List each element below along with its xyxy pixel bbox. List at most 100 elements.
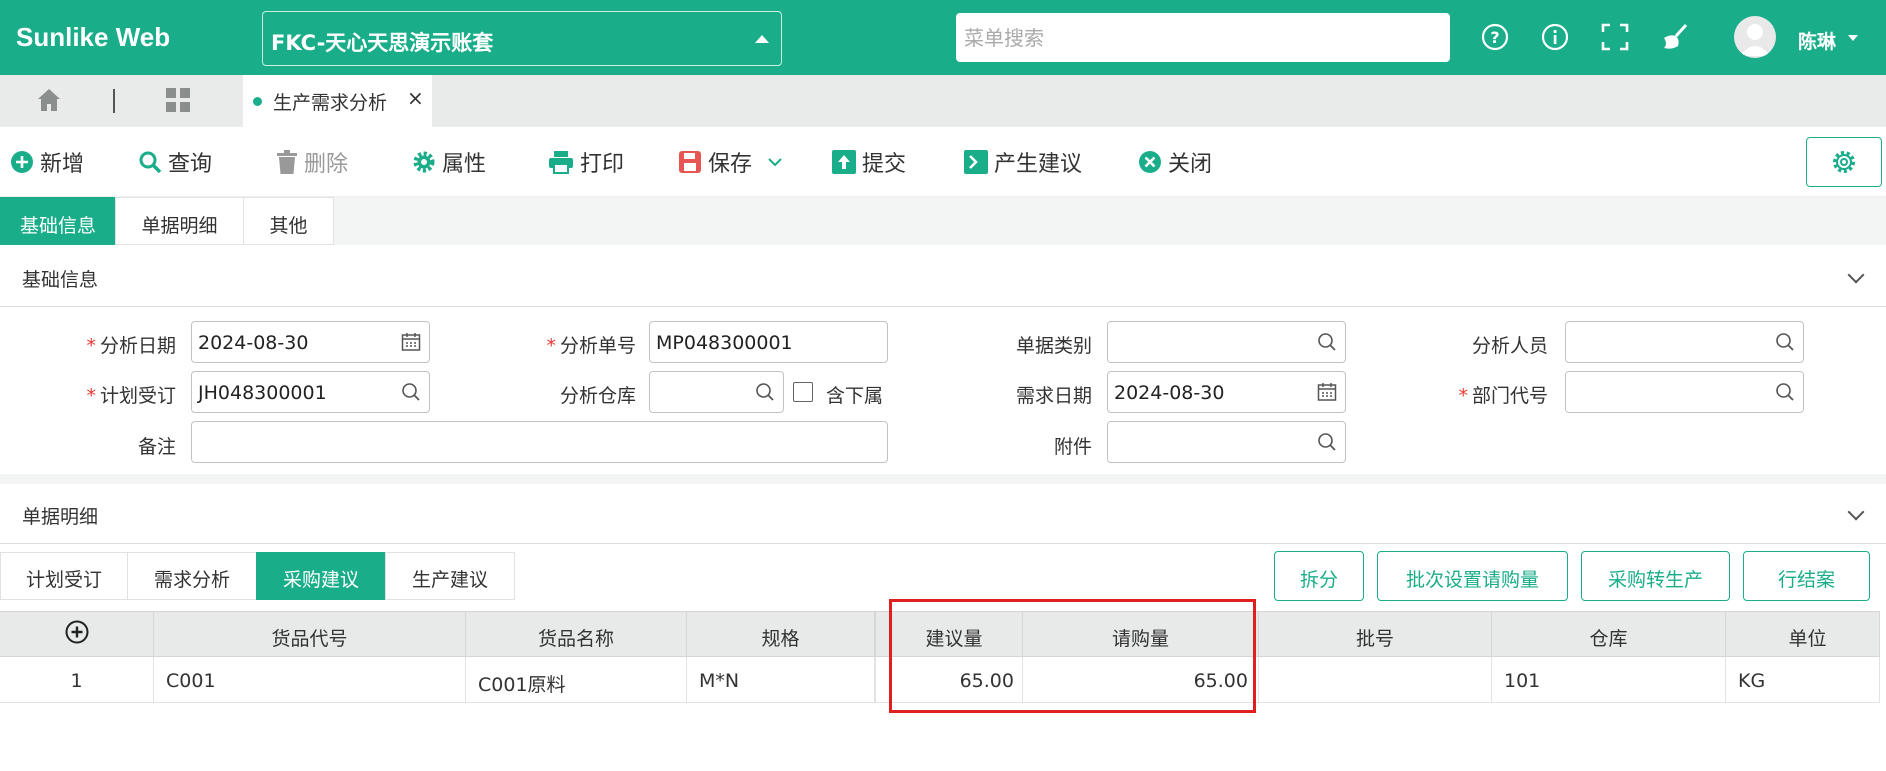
search-icon[interactable] — [1775, 382, 1795, 402]
chevron-down-icon[interactable] — [1848, 35, 1858, 41]
analysis-date-field[interactable]: 2024-08-30 — [191, 321, 430, 363]
detail-header[interactable]: 单据明细 — [0, 484, 1886, 544]
section-title: 单据明细 — [22, 506, 99, 528]
cell-item-name[interactable]: C001原料 — [466, 657, 687, 703]
doc-type-field[interactable] — [1107, 321, 1346, 363]
query-label: 查询 — [168, 152, 213, 177]
delete-button[interactable]: 删除 — [276, 147, 348, 177]
plus-circle-icon[interactable] — [65, 620, 89, 644]
cell-unit[interactable]: KG — [1726, 657, 1880, 703]
col-item-name[interactable]: 货品名称 — [466, 611, 687, 657]
tab-plan-order[interactable]: 计划受订 — [0, 552, 128, 600]
print-label: 打印 — [580, 152, 625, 177]
cell-warehouse[interactable]: 101 — [1492, 657, 1726, 703]
plan-order-field[interactable]: JH048300001 — [191, 371, 430, 413]
close-label: 关闭 — [1168, 152, 1213, 177]
attachment-field[interactable] — [1107, 421, 1346, 463]
batch-set-request-qty-button[interactable]: 批次设置请购量 — [1377, 551, 1568, 601]
tab-production-suggestion[interactable]: 生产建议 — [385, 552, 515, 600]
properties-label: 属性 — [442, 152, 487, 177]
divider — [113, 89, 115, 113]
submit-button[interactable]: 提交 — [832, 147, 906, 177]
tab-demand-analysis[interactable]: 需求分析 — [127, 552, 257, 600]
cell-batch[interactable] — [1259, 657, 1492, 703]
add-row-header[interactable] — [0, 611, 154, 657]
tab-production-demand-analysis[interactable]: 生产需求分析 × — [243, 75, 432, 127]
attachment-label: 附件 — [1053, 436, 1092, 458]
help-icon[interactable]: ? — [1480, 22, 1510, 52]
remark-field[interactable] — [191, 421, 888, 463]
tab-document-details[interactable]: 单据明细 — [115, 197, 244, 245]
form-subtabs: 基础信息 单据明细 其他 — [0, 197, 1886, 245]
caret-up-icon — [755, 35, 769, 43]
clean-brush-icon[interactable] — [1660, 22, 1690, 52]
search-icon[interactable] — [1317, 432, 1337, 452]
purchase-to-production-button[interactable]: 采购转生产 — [1581, 551, 1730, 601]
chevron-down-icon[interactable] — [1847, 503, 1865, 521]
include-sub-label: 含下属 — [826, 385, 884, 407]
action-toolbar: 新增 查询 删除 属性 打印 保存 提交 产生建议 关闭 — [0, 127, 1886, 197]
close-circle-icon — [1139, 151, 1161, 173]
col-batch[interactable]: 批号 — [1259, 611, 1492, 657]
generate-suggestion-button[interactable]: 产生建议 — [964, 147, 1082, 177]
settings-button[interactable] — [1806, 137, 1882, 187]
generate-suggestion-label: 产生建议 — [994, 152, 1083, 177]
info-icon[interactable] — [1540, 22, 1570, 52]
analysis-no-value: MP048300001 — [656, 332, 793, 354]
search-icon[interactable] — [755, 382, 775, 402]
save-label: 保存 — [708, 152, 753, 177]
apps-grid-icon[interactable] — [165, 87, 191, 113]
doc-type-label: 单据类别 — [1015, 335, 1092, 357]
col-item-code[interactable]: 货品代号 — [154, 611, 466, 657]
menu-search-input[interactable] — [956, 13, 1450, 62]
col-unit[interactable]: 单位 — [1726, 611, 1880, 657]
avatar[interactable] — [1734, 16, 1776, 58]
chevron-down-icon[interactable] — [766, 153, 784, 171]
include-sub-checkbox[interactable] — [793, 382, 813, 402]
user-name[interactable]: 陈琳 — [1798, 27, 1836, 54]
dept-code-label: * 部门代号 — [1458, 385, 1548, 407]
analysis-no-field[interactable]: MP048300001 — [649, 321, 888, 363]
svg-text:?: ? — [1490, 28, 1499, 47]
plus-circle-icon — [11, 151, 33, 173]
upload-icon — [832, 150, 856, 174]
close-icon[interactable]: × — [407, 86, 424, 110]
search-icon[interactable] — [1775, 332, 1795, 352]
section-gap — [0, 474, 1886, 484]
cell-item-code[interactable]: C001 — [154, 657, 466, 703]
account-selector[interactable]: FKC-天心天思演示账套 — [262, 11, 782, 66]
print-button[interactable]: 打印 — [548, 147, 624, 177]
save-button[interactable]: 保存 — [678, 147, 790, 177]
demand-date-value: 2024-08-30 — [1114, 382, 1225, 404]
basic-info-header[interactable]: 基础信息 — [0, 247, 1886, 307]
account-name: FKC-天心天思演示账套 — [271, 31, 494, 55]
calendar-icon[interactable] — [401, 332, 421, 352]
tab-basic-info[interactable]: 基础信息 — [0, 197, 116, 245]
tab-purchase-suggestion[interactable]: 采购建议 — [256, 552, 386, 600]
dept-code-field[interactable] — [1565, 371, 1804, 413]
highlight-box — [889, 599, 1256, 713]
demand-date-field[interactable]: 2024-08-30 — [1107, 371, 1346, 413]
new-button[interactable]: 新增 — [10, 147, 84, 177]
close-line-button[interactable]: 行结案 — [1743, 551, 1870, 601]
tab-other[interactable]: 其他 — [243, 197, 334, 245]
search-icon[interactable] — [1317, 332, 1337, 352]
col-spec[interactable]: 规格 — [687, 611, 875, 657]
properties-button[interactable]: 属性 — [412, 147, 486, 177]
calendar-icon[interactable] — [1317, 382, 1337, 402]
fullscreen-icon[interactable] — [1600, 22, 1630, 52]
home-icon[interactable] — [36, 87, 62, 113]
close-button[interactable]: 关闭 — [1138, 147, 1212, 177]
plan-order-value: JH048300001 — [198, 382, 327, 404]
cell-spec[interactable]: M*N — [687, 657, 875, 703]
col-warehouse[interactable]: 仓库 — [1492, 611, 1726, 657]
split-button[interactable]: 拆分 — [1274, 551, 1364, 601]
page-tab-bar: 生产需求分析 × — [0, 75, 1886, 127]
warehouse-field[interactable] — [649, 371, 784, 413]
analysis-no-label: * 分析单号 — [546, 335, 636, 357]
chevron-down-icon[interactable] — [1847, 266, 1865, 284]
search-icon[interactable] — [401, 382, 421, 402]
query-button[interactable]: 查询 — [138, 147, 212, 177]
save-disk-icon — [679, 151, 701, 173]
analyst-field[interactable] — [1565, 321, 1804, 363]
